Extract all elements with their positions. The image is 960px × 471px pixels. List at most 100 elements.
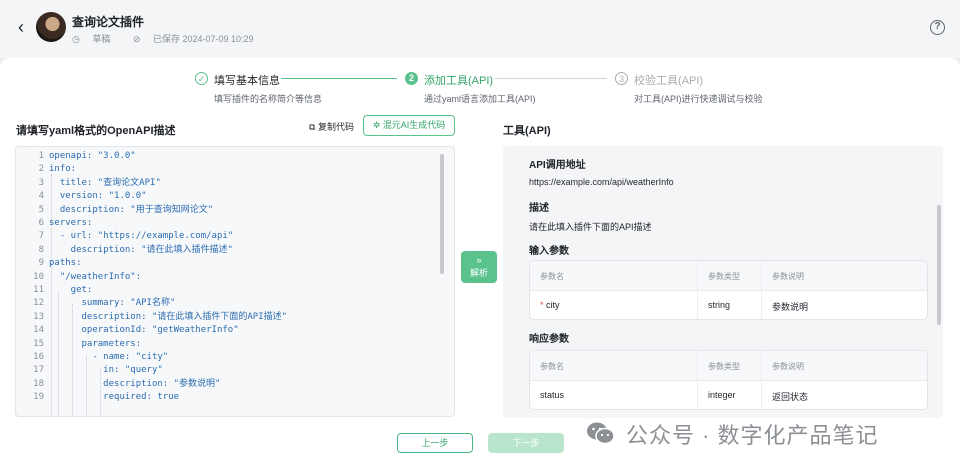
saved-text: 已保存 2024-07-09 10:29 bbox=[152, 34, 254, 44]
step-3-number: 3 bbox=[615, 72, 628, 85]
copy-code-button[interactable]: ⧉ 复制代码 bbox=[309, 120, 354, 133]
api-url-heading: API调用地址 bbox=[529, 160, 586, 171]
watermark-text: 公众号 · 数字化产品笔记 bbox=[626, 423, 879, 448]
avatar bbox=[36, 12, 66, 42]
line-text: paths: bbox=[49, 258, 82, 269]
line-text: title: "查询论文API" bbox=[49, 177, 161, 188]
description-value: 请在此填入插件下面的API描述 bbox=[529, 222, 652, 232]
line-number: 9 bbox=[38, 258, 44, 269]
line-number: 4 bbox=[38, 191, 44, 202]
step-1-title[interactable]: 填写基本信息 bbox=[214, 72, 280, 88]
step-3-title[interactable]: 校验工具(API) bbox=[634, 72, 703, 88]
code-line: 18 description: "参数说明" bbox=[16, 378, 220, 391]
step-connector bbox=[495, 78, 607, 79]
line-text: "/weatherInfo": bbox=[49, 271, 142, 282]
previous-step-button[interactable]: 上一步 bbox=[397, 433, 473, 453]
line-text: in: "query" bbox=[49, 365, 163, 376]
column-divider bbox=[697, 351, 698, 409]
code-line: 9 paths: bbox=[16, 257, 82, 270]
line-text: operationId: "getWeatherInfo" bbox=[49, 325, 239, 336]
step-1-check-icon: ✓ bbox=[195, 72, 208, 85]
line-text: - name: "city" bbox=[49, 352, 169, 362]
line-number: 19 bbox=[33, 392, 44, 403]
back-icon[interactable]: ‹ bbox=[18, 18, 24, 36]
col-header-desc: 参数说明 bbox=[772, 272, 804, 281]
response-type: integer bbox=[708, 390, 736, 400]
code-line: 12 summary: "API名称" bbox=[16, 297, 175, 310]
parse-label: 解析 bbox=[469, 268, 488, 278]
status-text: 草稿 bbox=[92, 34, 111, 44]
wechat-icon bbox=[587, 422, 615, 445]
line-number: 17 bbox=[33, 365, 44, 376]
line-number: 10 bbox=[33, 271, 44, 282]
col-header-type: 参数类型 bbox=[708, 362, 740, 371]
line-number: 7 bbox=[38, 231, 44, 242]
plugin-meta: ◷ 草稿 ⊘ 已保存 2024-07-09 10:29 bbox=[72, 32, 274, 45]
code-line: 13 description: "请在此填入插件下面的API描述" bbox=[16, 311, 287, 324]
step-2-title[interactable]: 添加工具(API) bbox=[424, 72, 493, 88]
col-header-desc: 参数说明 bbox=[772, 362, 804, 371]
editor-section-title: 请填写yaml格式的OpenAPI描述 bbox=[16, 125, 176, 137]
required-mark: * bbox=[540, 300, 544, 310]
plugin-title: 查询论文插件 bbox=[72, 15, 145, 29]
column-divider bbox=[761, 351, 762, 409]
code-line: 15 parameters: bbox=[16, 338, 141, 351]
line-number: 1 bbox=[38, 151, 44, 161]
code-line: 16 - name: "city" bbox=[16, 351, 168, 364]
saved-status: ⊘ 已保存 2024-07-09 10:29 bbox=[133, 34, 264, 44]
step-connector bbox=[281, 78, 397, 79]
ai-generate-button[interactable]: ✲ 混元AI生成代码 bbox=[363, 115, 455, 136]
next-step-button[interactable]: 下一步 bbox=[488, 433, 564, 453]
col-header-name: 参数名 bbox=[540, 272, 564, 281]
param-desc: 参数说明 bbox=[772, 302, 809, 312]
line-text: parameters: bbox=[49, 338, 142, 349]
tool-section-title: 工具(API) bbox=[503, 125, 551, 137]
line-text: description: "参数说明" bbox=[49, 378, 221, 389]
parse-button[interactable]: » 解析 bbox=[461, 251, 497, 283]
column-divider bbox=[697, 261, 698, 319]
api-url-value: https://example.com/api/weatherInfo bbox=[529, 177, 674, 187]
line-text: required: true bbox=[49, 392, 180, 403]
line-number: 12 bbox=[33, 298, 44, 309]
response-desc: 返回状态 bbox=[772, 392, 809, 402]
copy-code-label: 复制代码 bbox=[317, 122, 354, 132]
param-name: city bbox=[546, 300, 560, 310]
editor-scrollbar[interactable] bbox=[440, 154, 444, 274]
line-number: 14 bbox=[33, 325, 44, 336]
tool-preview-panel: API调用地址 https://example.com/api/weatherI… bbox=[503, 146, 943, 418]
line-number: 6 bbox=[38, 218, 44, 228]
ai-generate-label: 混元AI生成代码 bbox=[382, 120, 446, 130]
input-params-heading: 输入参数 bbox=[529, 246, 569, 257]
line-number: 13 bbox=[33, 311, 44, 322]
line-number: 3 bbox=[38, 177, 44, 188]
line-number: 16 bbox=[33, 352, 44, 362]
panel-scrollbar[interactable] bbox=[937, 205, 941, 325]
param-type: string bbox=[708, 300, 731, 310]
step-2-number: 2 bbox=[405, 72, 418, 85]
line-text: servers: bbox=[49, 218, 93, 228]
top-bar: ‹ 查询论文插件 ◷ 草稿 ⊘ 已保存 2024-07-09 10:29 ? bbox=[0, 0, 960, 58]
line-number: 15 bbox=[33, 338, 44, 349]
step-1-subtitle: 填写插件的名称简介等信息 bbox=[214, 94, 323, 104]
code-line: 2 info: bbox=[16, 163, 77, 176]
column-divider bbox=[761, 261, 762, 319]
code-line: 7 - url: "https://example.com/api" bbox=[16, 230, 234, 243]
clock-icon: ◷ bbox=[72, 34, 80, 44]
code-line: 8 description: "请在此填入插件描述" bbox=[16, 244, 233, 257]
line-number: 18 bbox=[33, 378, 44, 389]
code-line: 19 required: true bbox=[16, 391, 179, 404]
line-number: 2 bbox=[38, 164, 44, 175]
sparkle-icon: ✲ bbox=[372, 120, 381, 130]
code-line: 17 in: "query" bbox=[16, 364, 163, 377]
help-icon[interactable]: ? bbox=[930, 20, 945, 35]
line-number: 11 bbox=[33, 285, 44, 295]
line-number: 8 bbox=[38, 244, 44, 255]
col-header-name: 参数名 bbox=[540, 362, 564, 371]
code-editor[interactable]: 1 openapi: "3.0.0" 2 info: 3 title: "查询论文API… bbox=[15, 146, 455, 417]
description-heading: 描述 bbox=[529, 203, 549, 214]
line-text: get: bbox=[49, 285, 93, 295]
line-text: version: "1.0.0" bbox=[49, 191, 147, 202]
line-text: description: "请在此填入插件描述" bbox=[49, 244, 233, 255]
check-circle-icon: ⊘ bbox=[132, 34, 141, 44]
code-line: 1 openapi: "3.0.0" bbox=[16, 150, 136, 163]
